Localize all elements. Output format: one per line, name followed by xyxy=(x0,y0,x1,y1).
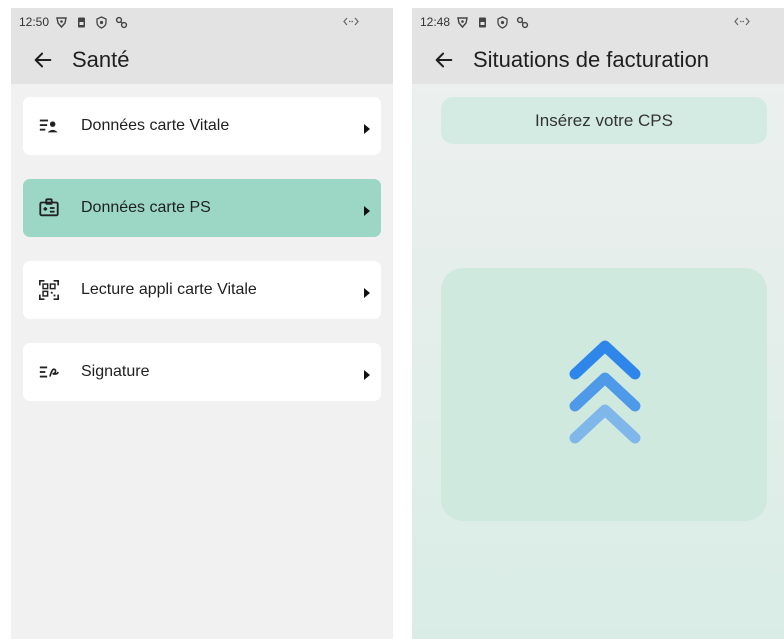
app-bar: Situations de facturation xyxy=(412,36,784,84)
status-bar: 12:48 xyxy=(412,8,784,36)
menu-item-lecture-appli-carte-vitale[interactable]: Lecture appli carte Vitale xyxy=(23,261,381,319)
menu-item-donnees-carte-ps[interactable]: Données carte PS xyxy=(23,179,381,237)
menu-item-label: Données carte PS xyxy=(81,199,211,216)
code-arrows-icon xyxy=(343,15,359,28)
shield-badge-icon xyxy=(456,16,469,29)
triple-chevron-up-icon xyxy=(569,340,641,444)
card-insert-panel xyxy=(441,268,767,521)
menu-item-donnees-carte-vitale[interactable]: Données carte Vitale xyxy=(23,97,381,155)
page-title: Santé xyxy=(72,47,130,72)
situations-facturation-screen: 12:48 Situations de facturation Insérez … xyxy=(412,8,784,639)
security-shield-icon xyxy=(496,15,509,29)
code-arrows-icon xyxy=(734,15,750,28)
insert-cps-banner: Insérez votre CPS xyxy=(441,97,767,144)
sante-screen: 12:50 Santé Données carte Vitale Données… xyxy=(11,8,393,639)
link-icon xyxy=(115,16,128,29)
shield-badge-icon xyxy=(55,16,68,29)
security-shield-icon xyxy=(95,15,108,29)
signature-icon xyxy=(37,360,61,384)
sim-card-icon xyxy=(476,16,489,29)
menu-item-label: Signature xyxy=(81,363,150,380)
badge-card-icon xyxy=(37,196,61,220)
link-icon xyxy=(516,16,529,29)
caret-right-icon xyxy=(363,367,371,380)
caret-right-icon xyxy=(363,285,371,298)
sim-card-icon xyxy=(75,16,88,29)
menu-item-label: Données carte Vitale xyxy=(81,117,230,134)
status-bar: 12:50 xyxy=(11,8,393,36)
back-arrow-icon[interactable] xyxy=(31,48,55,72)
app-bar: Santé xyxy=(11,36,393,84)
caret-right-icon xyxy=(363,121,371,134)
qr-code-icon xyxy=(37,278,61,302)
page-title: Situations de facturation xyxy=(473,47,710,72)
menu-item-label: Lecture appli carte Vitale xyxy=(81,281,257,298)
caret-right-icon xyxy=(363,203,371,216)
back-arrow-icon[interactable] xyxy=(432,48,456,72)
id-card-person-icon xyxy=(37,114,61,138)
menu-item-signature[interactable]: Signature xyxy=(23,343,381,401)
status-time: 12:48 xyxy=(420,15,451,29)
status-time: 12:50 xyxy=(19,15,50,29)
